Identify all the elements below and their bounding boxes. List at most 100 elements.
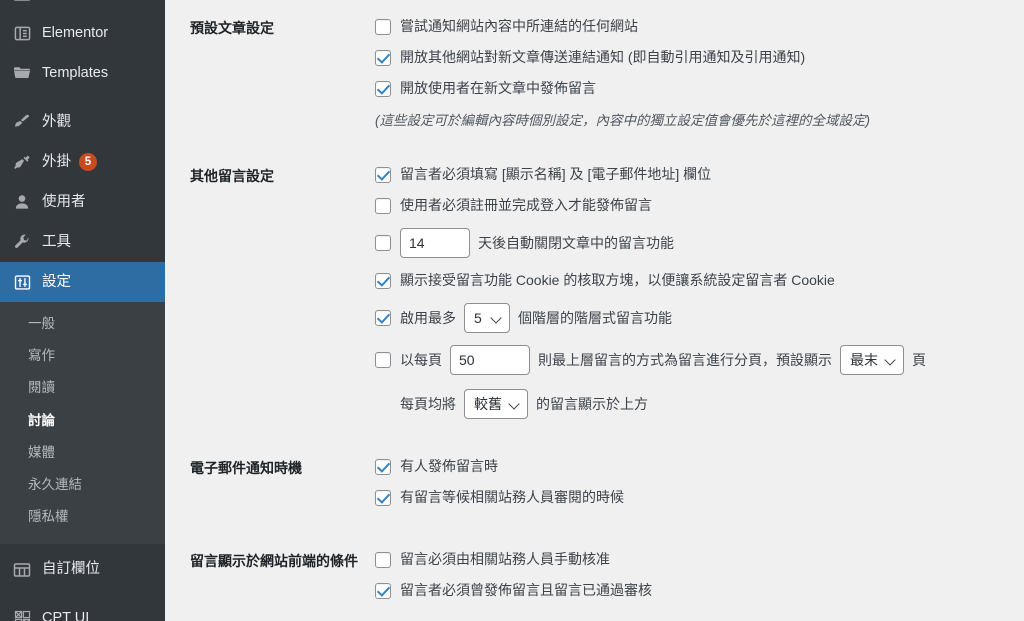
- paintbrush-icon: [11, 112, 33, 132]
- option-row-threaded-comments: 啟用最多 5 個階層的階層式留言功能: [375, 303, 1016, 333]
- admin-sidebar: TablePress Elementor Templates 外觀: [0, 0, 165, 621]
- submenu-item-permalinks[interactable]: 永久連結: [0, 469, 165, 501]
- checkbox-comment-author-must-have-approved-comment[interactable]: [375, 582, 391, 599]
- option-row[interactable]: 開放使用者在新文章中發佈留言: [375, 78, 1016, 99]
- sidebar-item-cpt-ui[interactable]: CPT UI: [0, 599, 165, 621]
- sidebar-item-appearance[interactable]: 外觀: [0, 102, 165, 142]
- chevron-down-icon: [510, 399, 520, 409]
- section-title: 電子郵件通知時機: [190, 460, 302, 476]
- sidebar-item-label: 工具: [42, 233, 71, 250]
- close-comments-days-input[interactable]: [400, 228, 470, 258]
- checkbox-email-on-comment-held-for-moderation[interactable]: [375, 489, 391, 506]
- option-label-after: 的留言顯示於上方: [536, 395, 648, 412]
- sidebar-divider: [0, 590, 165, 599]
- section-other-comment-settings: 其他留言設定 留言者必須填寫 [顯示名稱] 及 [電子郵件地址] 欄位 使用者必…: [165, 164, 1024, 419]
- submenu-item-writing[interactable]: 寫作: [0, 340, 165, 372]
- select-value: 5: [474, 310, 482, 326]
- chevron-down-icon: [886, 355, 896, 365]
- option-row-comment-order: 每頁均將 較舊 的留言顯示於上方: [375, 389, 1016, 419]
- checkbox-comment-must-be-manually-approved[interactable]: [375, 551, 391, 568]
- sidebar-item-label: 自訂欄位: [42, 561, 100, 578]
- sidebar-item-label: CPT UI: [42, 610, 90, 621]
- checkbox-allow-comments[interactable]: [375, 80, 391, 97]
- elementor-icon: [11, 23, 33, 43]
- option-label: 顯示接受留言功能 Cookie 的核取方塊，以便讓系統設定留言者 Cookie: [400, 272, 835, 288]
- checkbox-enable-threaded-comments[interactable]: [375, 310, 391, 326]
- submenu-item-privacy[interactable]: 隱私權: [0, 501, 165, 533]
- section-note-row: (這些設定可於編輯內容時個別設定，內容中的獨立設定值會優先於這裡的全域設定): [375, 111, 1016, 131]
- discussion-settings-form: 預設文章設定 嘗試通知網站內容中所連結的任何網站 開放其他網站對新文章傳送連結通…: [165, 0, 1024, 621]
- checkbox-email-on-new-comment[interactable]: [375, 458, 391, 475]
- option-row[interactable]: 有留言等候相關站務人員審閱的時候: [375, 487, 1016, 508]
- option-label-before: 啟用最多: [400, 309, 456, 326]
- thread-depth-select[interactable]: 5: [464, 303, 510, 333]
- plug-icon: [11, 152, 33, 172]
- submenu-item-media[interactable]: 媒體: [0, 437, 165, 469]
- option-label: 開放使用者在新文章中發佈留言: [400, 80, 596, 96]
- sidebar-item-plugins[interactable]: 外掛 5: [0, 142, 165, 182]
- section-email-notification: 電子郵件通知時機 有人發佈留言時 有留言等候相關站務人員審閱的時候: [165, 456, 1024, 508]
- custom-fields-icon: [11, 560, 33, 580]
- section-title: 其他留言設定: [190, 168, 274, 184]
- option-row[interactable]: 嘗試通知網站內容中所連結的任何網站: [375, 16, 1016, 37]
- select-value: 最末: [850, 352, 878, 368]
- checkbox-notify-linked-sites[interactable]: [375, 18, 391, 35]
- option-row[interactable]: 有人發佈留言時: [375, 456, 1016, 477]
- comments-per-page-input[interactable]: [450, 345, 530, 375]
- sidebar-item-tools[interactable]: 工具: [0, 222, 165, 262]
- user-icon: [11, 192, 33, 212]
- section-fields: 留言必須由相關站務人員手動核准 留言者必須曾發佈留言且留言已通過審核: [375, 549, 1024, 601]
- option-label-before: 以每頁: [400, 351, 442, 368]
- option-label-middle: 則最上層留言的方式為留言進行分頁，預設顯示: [538, 351, 832, 368]
- default-comments-page-select[interactable]: 最末: [840, 345, 904, 375]
- sidebar-item-label: Elementor: [42, 24, 109, 41]
- checkbox-break-comments-into-pages[interactable]: [375, 352, 391, 368]
- section-fields: 嘗試通知網站內容中所連結的任何網站 開放其他網站對新文章傳送連結通知 (即自動引…: [375, 16, 1024, 131]
- sidebar-item-elementor[interactable]: Elementor: [0, 13, 165, 53]
- section-title: 留言顯示於網站前端的條件: [190, 553, 358, 569]
- checkbox-require-name-email[interactable]: [375, 166, 391, 183]
- option-label: 留言者必須填寫 [顯示名稱] 及 [電子郵件地址] 欄位: [400, 166, 712, 182]
- option-label: 留言者必須曾發佈留言且留言已通過審核: [400, 582, 652, 598]
- option-label-before: 每頁均將: [400, 395, 456, 412]
- option-label: 天後自動關閉文章中的留言功能: [478, 234, 674, 251]
- checkbox-allow-pingbacks[interactable]: [375, 49, 391, 66]
- section-title: 預設文章設定: [190, 20, 274, 36]
- checkbox-close-comments-after-days[interactable]: [375, 235, 391, 251]
- sidebar-item-label: 設定: [42, 273, 71, 290]
- section-note: (這些設定可於編輯內容時個別設定，內容中的獨立設定值會優先於這裡的全域設定): [375, 113, 870, 128]
- sidebar-divider: [0, 93, 165, 102]
- sidebar-item-label: Templates: [42, 64, 109, 81]
- cpt-ui-icon: [11, 609, 33, 621]
- sidebar-divider: [0, 4, 165, 13]
- wrench-icon: [11, 232, 33, 252]
- sidebar-item-label: 使用者: [42, 193, 86, 210]
- option-row[interactable]: 顯示接受留言功能 Cookie 的核取方塊，以便讓系統設定留言者 Cookie: [375, 270, 1016, 291]
- option-row[interactable]: 留言者必須填寫 [顯示名稱] 及 [電子郵件地址] 欄位: [375, 164, 1016, 185]
- option-row[interactable]: 留言者必須曾發佈留言且留言已通過審核: [375, 580, 1016, 601]
- checkbox-require-registration[interactable]: [375, 197, 391, 214]
- table-icon: [11, 0, 33, 3]
- option-label: 有人發佈留言時: [400, 458, 498, 474]
- option-label: 開放其他網站對新文章傳送連結通知 (即自動引用通知及引用通知): [400, 49, 806, 65]
- sidebar-item-tablepress[interactable]: TablePress: [0, 0, 165, 4]
- submenu-item-discussion[interactable]: 討論: [0, 405, 165, 437]
- option-row[interactable]: 留言必須由相關站務人員手動核准: [375, 549, 1016, 570]
- section-default-post-settings: 預設文章設定 嘗試通知網站內容中所連結的任何網站 開放其他網站對新文章傳送連結通…: [165, 16, 1024, 131]
- wordpress-admin-screen: TablePress Elementor Templates 外觀: [0, 0, 1024, 621]
- sidebar-item-label: 外觀: [42, 113, 71, 130]
- folder-icon: [11, 63, 33, 83]
- submenu-item-reading[interactable]: 閱讀: [0, 372, 165, 404]
- sidebar-item-users[interactable]: 使用者: [0, 182, 165, 222]
- section-before-comment-appears: 留言顯示於網站前端的條件 留言必須由相關站務人員手動核准 留言者必須曾發佈留言且…: [165, 549, 1024, 601]
- option-row[interactable]: 開放其他網站對新文章傳送連結通知 (即自動引用通知及引用通知): [375, 47, 1016, 68]
- option-label: 留言必須由相關站務人員手動核准: [400, 551, 610, 567]
- comment-order-select[interactable]: 較舊: [464, 389, 528, 419]
- option-label-after: 頁: [912, 351, 926, 368]
- sidebar-item-settings[interactable]: 設定: [0, 262, 165, 302]
- submenu-item-general[interactable]: 一般: [0, 308, 165, 340]
- option-row[interactable]: 使用者必須註冊並完成登入才能發佈留言: [375, 195, 1016, 216]
- sidebar-item-custom-fields[interactable]: 自訂欄位: [0, 550, 165, 590]
- sidebar-item-templates[interactable]: Templates: [0, 53, 165, 93]
- checkbox-show-cookies-optin[interactable]: [375, 272, 391, 289]
